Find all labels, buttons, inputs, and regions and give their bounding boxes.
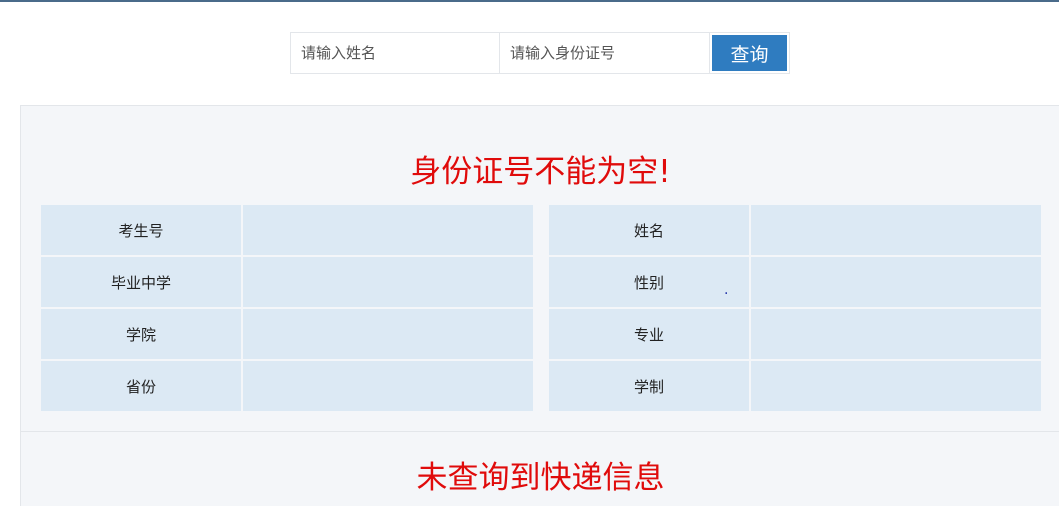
field-label: 省份 <box>41 361 241 411</box>
field-label: 姓名 <box>549 205 749 255</box>
top-rule <box>0 0 1059 2</box>
name-input[interactable] <box>290 32 500 74</box>
field-value <box>243 257 533 307</box>
field-value <box>751 361 1041 411</box>
field-label: 学院 <box>41 309 241 359</box>
field-label: 考生号 <box>41 205 241 255</box>
field-value <box>751 257 1041 307</box>
search-bar: 查询 <box>290 32 790 74</box>
field-value <box>243 309 533 359</box>
express-message: 未查询到快递信息 <box>416 460 665 496</box>
query-button-label: 查询 <box>712 35 787 71</box>
id-number-input[interactable] <box>500 32 710 74</box>
field-value <box>751 309 1041 359</box>
field-label: 学制 <box>549 361 749 411</box>
error-message: 身份证号不能为空! <box>410 154 671 190</box>
field-value <box>243 361 533 411</box>
info-table-right: 姓名 性别 专业 学制 <box>549 205 1041 411</box>
field-label: 专业 <box>549 309 749 359</box>
result-panel: 身份证号不能为空! 考生号 毕业中学 学院 省份 姓名 性别 专业 学制 . 未… <box>20 105 1059 506</box>
stray-mark: . <box>724 282 729 298</box>
query-button[interactable]: 查询 <box>710 32 790 74</box>
field-label: 性别 <box>549 257 749 307</box>
field-value <box>243 205 533 255</box>
info-table-left: 考生号 毕业中学 学院 省份 <box>41 205 533 411</box>
divider <box>21 431 1059 432</box>
field-label: 毕业中学 <box>41 257 241 307</box>
field-value <box>751 205 1041 255</box>
